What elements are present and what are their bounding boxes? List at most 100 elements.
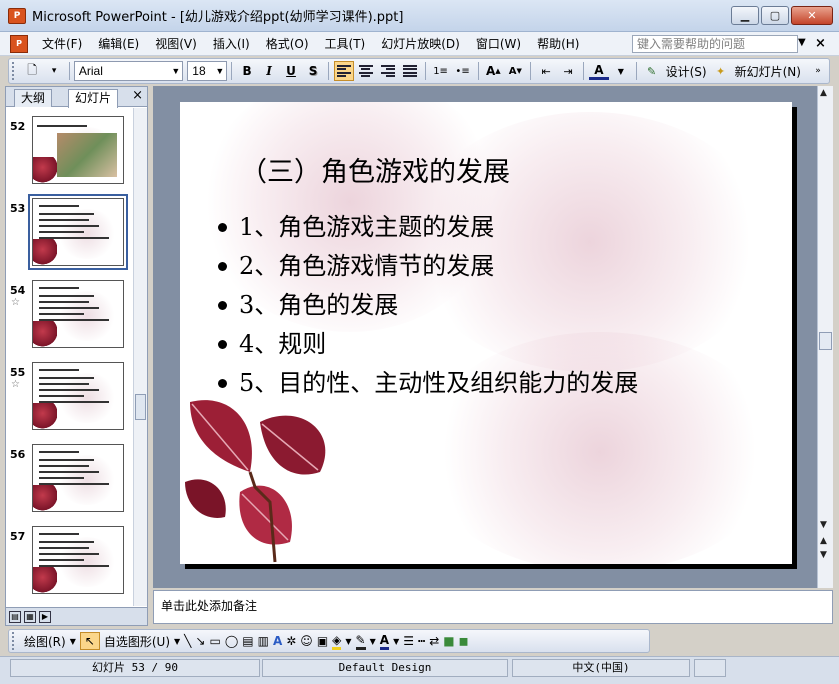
line-style-icon[interactable]: ☰ [403,632,414,650]
rectangle-tool-icon[interactable]: ▭ [209,632,220,650]
design-icon[interactable]: ✎ [642,61,662,81]
increase-indent-icon[interactable]: ⇥ [558,61,578,81]
select-pointer-icon[interactable]: ↖ [79,632,100,650]
align-left-button[interactable] [333,61,354,81]
toolbar-grip[interactable] [12,632,18,650]
wordart-icon[interactable]: A [273,632,282,650]
line-tool-icon[interactable]: ╲ [184,632,191,650]
toolbar-options-icon[interactable]: ▾ [44,61,64,81]
fill-color-icon[interactable]: ◈ [332,632,342,650]
picture-icon[interactable]: ▣ [317,632,328,650]
chevron-down-icon[interactable]: ▼ [393,632,399,650]
toolbar-grip[interactable] [12,62,17,80]
bold-button[interactable]: B [237,61,257,81]
slide-canvas[interactable]: （三）角色游戏的发展 1、角色游戏主题的发展 2、角色游戏情节的发展 3、角色的… [180,102,792,564]
thumbnail-image[interactable] [32,362,124,430]
slide-thumbnail[interactable]: 53 [6,194,134,274]
shadow-button[interactable]: S [303,61,323,81]
justify-button[interactable] [400,61,420,81]
slideshow-view-icon[interactable]: ▶ [39,610,51,623]
new-slide-button[interactable]: 新幻灯片(N) [732,63,804,80]
thumbnail-image[interactable] [32,444,124,512]
tab-slides[interactable]: 幻灯片 [68,89,119,108]
scroll-up-icon[interactable]: ▲ [820,88,827,98]
clipart-icon[interactable]: ☺ [300,632,313,650]
new-document-icon[interactable]: 🗋 [22,61,42,81]
decrease-font-icon[interactable]: A ▼ [505,61,525,81]
maximize-button[interactable]: ▢ [761,6,789,25]
new-slide-icon[interactable]: ✦ [711,61,731,81]
menu-window[interactable]: 窗口(W) [468,35,529,52]
autoshapes-menu-button[interactable]: 自选图形(U) [104,632,170,650]
slide-scrollbar[interactable]: ▲ ▼ ▲ ▼ [817,86,833,588]
thumbnail-image[interactable] [32,280,124,348]
shadow-style-icon[interactable]: ■ [443,632,454,650]
menu-format[interactable]: 格式(O) [258,35,317,52]
underline-button[interactable]: U [281,61,301,81]
toolbar-overflow-icon[interactable]: » [808,61,828,81]
3d-style-icon[interactable]: ◼ [459,632,469,650]
arrow-tool-icon[interactable]: ↘ [195,632,205,650]
panel-close-icon[interactable]: × [132,88,143,103]
menu-help[interactable]: 帮助(H) [529,35,587,52]
slide-thumbnail[interactable]: 57 [6,526,134,602]
chevron-down-icon[interactable]: ▼ [345,632,351,650]
scroll-down-icon[interactable]: ▼ [820,520,827,530]
italic-button[interactable]: I [259,61,279,81]
slide-thumbnail[interactable]: 56 [6,444,134,520]
arrow-style-icon[interactable]: ⇄ [429,632,439,650]
slide-thumbnail[interactable]: 54 ☆ [6,280,134,356]
numbered-list-icon[interactable]: 1≡ [431,61,451,81]
bulleted-list-icon[interactable]: •≡ [453,61,473,81]
vertical-textbox-icon[interactable]: ▥ [258,632,269,650]
line-color-icon[interactable]: ✎ [355,632,366,650]
close-button[interactable]: ✕ [791,6,833,25]
increase-font-icon[interactable]: A ▲ [483,61,503,81]
powerpoint-app-icon[interactable]: P [8,7,26,24]
menu-view[interactable]: 视图(V) [147,35,205,52]
menu-edit[interactable]: 编辑(E) [90,35,147,52]
font-color-icon[interactable]: A [588,62,609,80]
notes-pane[interactable]: 单击此处添加备注 [153,590,833,624]
thumbnail-image[interactable] [32,526,124,594]
menu-insert[interactable]: 插入(I) [205,35,258,52]
chevron-down-icon[interactable]: ▼ [174,632,180,650]
font-size-select[interactable]: 18 ▼ [187,61,228,81]
menu-slideshow[interactable]: 幻灯片放映(D) [373,35,468,52]
thumbnail-scrollbar[interactable] [133,108,147,606]
next-slide-icon[interactable]: ▼ [820,550,827,560]
chevron-down-icon[interactable]: ▼ [70,632,76,650]
slide-title[interactable]: （三）角色游戏的发展 [240,150,510,189]
font-color-icon[interactable]: A [379,632,390,650]
scrollbar-thumb[interactable] [135,394,146,420]
thumbnail-image[interactable] [28,194,128,270]
slide-bullet-list[interactable]: 1、角色游戏主题的发展 2、角色游戏情节的发展 3、角色的发展 4、规则 5、目… [218,208,638,403]
menu-file[interactable]: 文件(F) [34,35,90,52]
dash-style-icon[interactable]: ┅ [418,632,425,650]
align-center-button[interactable] [356,61,376,81]
chevron-down-icon[interactable]: ▼ [370,632,376,650]
font-name-select[interactable]: Arial ▼ [73,61,184,81]
decrease-indent-icon[interactable]: ⇤ [536,61,556,81]
help-search-input[interactable]: 键入需要帮助的问题 [632,35,798,53]
draw-menu-button[interactable]: 绘图(R) [24,632,66,650]
textbox-tool-icon[interactable]: ▤ [242,632,253,650]
font-color-dropdown-icon[interactable]: ▼ [611,61,631,81]
thumbnail-image[interactable] [32,116,124,184]
design-status[interactable]: Default Design [262,659,508,677]
previous-slide-icon[interactable]: ▲ [820,536,827,546]
help-dropdown-icon[interactable]: ▼ [798,37,806,48]
design-button[interactable]: 设计(S) [663,63,710,80]
document-icon[interactable]: P [10,34,28,53]
oval-tool-icon[interactable]: ◯ [225,632,238,650]
tab-outline[interactable]: 大纲 [14,89,53,107]
slide-thumbnail[interactable]: 52 [6,116,134,192]
slide-sorter-view-icon[interactable]: ▦ [24,610,36,623]
align-right-button[interactable] [378,61,398,81]
slide-thumbnail[interactable]: 55 ☆ [6,362,134,438]
diagram-icon[interactable]: ✲ [286,632,296,650]
scrollbar-thumb[interactable] [819,332,832,350]
document-close-icon[interactable]: × [815,36,826,51]
minimize-button[interactable]: ▁ [731,6,759,25]
normal-view-icon[interactable]: ▤ [9,610,21,623]
